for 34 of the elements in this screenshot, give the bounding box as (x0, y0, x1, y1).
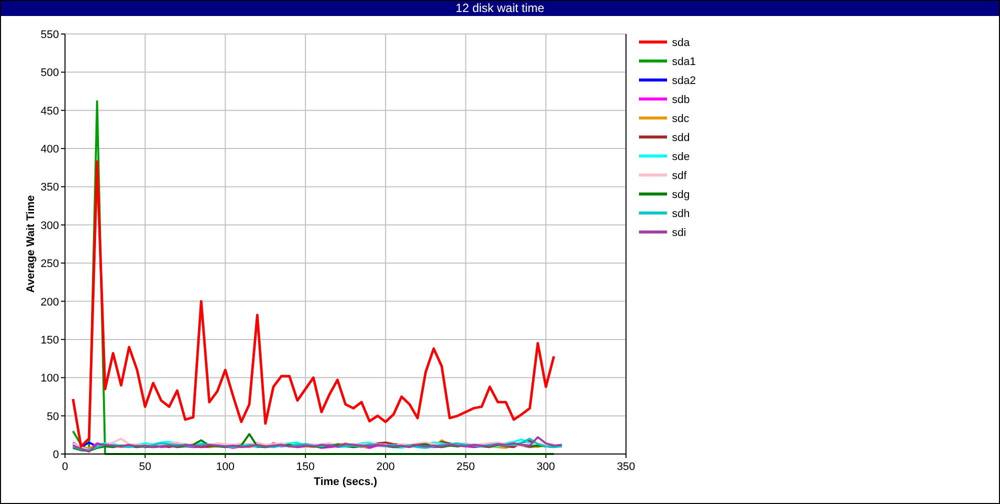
tick-label: 50 (46, 410, 59, 423)
window-title: 12 disk wait time (1, 1, 999, 16)
tick-label: 50 (139, 461, 152, 473)
legend-label: sdf (672, 170, 687, 182)
legend-label: sdd (672, 132, 690, 144)
tick-label: 100 (216, 461, 234, 473)
tick-label: 0 (52, 449, 59, 461)
tick-label: 300 (40, 220, 59, 232)
tick-label: 200 (376, 461, 395, 473)
legend-label: sde (672, 151, 690, 163)
tick-label: 250 (456, 461, 475, 473)
tick-label: 350 (40, 182, 59, 194)
tick-label: 300 (536, 461, 556, 473)
legend-label: sdg (672, 189, 690, 201)
legend-label: sdc (672, 113, 690, 125)
tick-label: 550 (40, 29, 59, 41)
tick-label: 150 (40, 334, 59, 346)
tick-label: 0 (62, 461, 68, 473)
legend-label: sda (672, 37, 690, 49)
legend-label: sdh (672, 208, 690, 220)
tick-label: 500 (40, 67, 59, 80)
legend-label: sda1 (672, 56, 696, 68)
axis-title: Time (secs.) (314, 476, 378, 488)
tick-label: 200 (40, 296, 59, 308)
tick-label: 100 (40, 372, 59, 385)
legend-label: sdb (672, 94, 690, 106)
axis-title: Average Wait Time (25, 195, 37, 293)
legend-label: sda2 (672, 75, 696, 87)
tick-label: 400 (40, 144, 59, 156)
tick-label: 350 (616, 461, 636, 473)
tick-label: 450 (40, 105, 59, 118)
tick-label: 250 (40, 258, 59, 270)
legend-label: sdi (672, 227, 686, 239)
tick-label: 150 (296, 461, 315, 473)
